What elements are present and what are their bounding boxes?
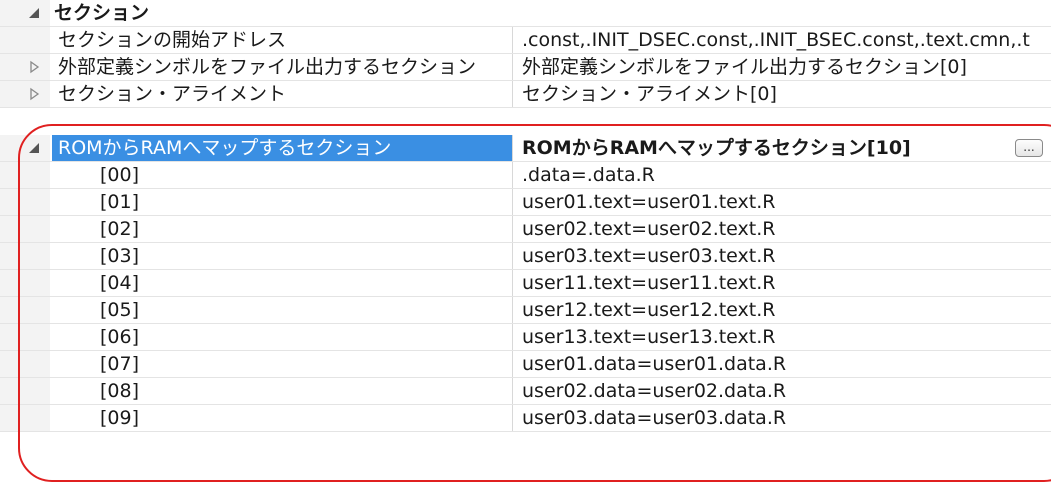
child-index: [06]: [100, 326, 140, 348]
column-divider: [512, 162, 513, 188]
row-gutter: [0, 297, 50, 323]
row-gutter: [0, 405, 50, 431]
column-divider: [512, 378, 513, 404]
triangle-right-icon[interactable]: [27, 60, 41, 74]
child-value[interactable]: user03.data=user03.data.R: [522, 405, 1051, 431]
column-divider: [512, 324, 513, 350]
row-gutter: [0, 27, 50, 53]
column-divider: [512, 243, 513, 269]
property-value[interactable]: ROMからRAMへマップするセクション[10]: [522, 135, 1051, 161]
child-index: [04]: [100, 272, 140, 294]
row-gutter: [0, 270, 50, 296]
column-divider: [512, 189, 513, 215]
category-label: セクション: [54, 2, 150, 24]
property-name: セクションの開始アドレス: [58, 29, 287, 51]
property-value[interactable]: セクション・アライメント[0]: [522, 81, 1051, 107]
property-name: 外部定義シンボルをファイル出力するセクション: [58, 56, 477, 78]
child-index: [00]: [100, 164, 140, 186]
child-index: [01]: [100, 191, 140, 213]
row-gutter: [0, 54, 50, 80]
child-row[interactable]: [02] user02.text=user02.text.R: [0, 216, 1051, 243]
child-value[interactable]: .data=.data.R: [522, 162, 1051, 188]
row-gutter: [0, 378, 50, 404]
column-divider: [512, 405, 513, 431]
child-value[interactable]: user13.text=user13.text.R: [522, 324, 1051, 350]
child-row[interactable]: [07] user01.data=user01.data.R: [0, 351, 1051, 378]
child-index: [08]: [100, 380, 140, 402]
column-divider: [512, 135, 513, 161]
category-row-section[interactable]: セクション: [0, 0, 1051, 27]
triangle-down-icon[interactable]: [27, 141, 41, 155]
column-divider: [512, 216, 513, 242]
row-gutter: [0, 351, 50, 377]
child-index: [05]: [100, 299, 140, 321]
property-value[interactable]: .const,.INIT_DSEC.const,.INIT_BSEC.const…: [522, 27, 1051, 53]
child-row[interactable]: [01] user01.text=user01.text.R: [0, 189, 1051, 216]
triangle-down-icon[interactable]: [27, 6, 41, 20]
property-row-rom-to-ram-sections[interactable]: ROMからRAMへマップするセクション ROMからRAMへマップするセクション[…: [0, 135, 1051, 162]
child-index: [03]: [100, 245, 140, 267]
property-grid: セクション セクションの開始アドレス .const,.INIT_DSEC.con…: [0, 0, 1051, 482]
edit-collection-button[interactable]: ...: [1015, 139, 1043, 157]
child-row[interactable]: [04] user11.text=user11.text.R: [0, 270, 1051, 297]
child-row[interactable]: [00] .data=.data.R: [0, 162, 1051, 189]
column-divider: [512, 270, 513, 296]
column-divider: [512, 27, 513, 53]
child-row[interactable]: [05] user12.text=user12.text.R: [0, 297, 1051, 324]
child-row[interactable]: [08] user02.data=user02.data.R: [0, 378, 1051, 405]
child-row[interactable]: [09] user03.data=user03.data.R: [0, 405, 1051, 432]
child-value[interactable]: user12.text=user12.text.R: [522, 297, 1051, 323]
row-gutter: [0, 243, 50, 269]
column-divider: [512, 54, 513, 80]
child-value[interactable]: user02.text=user02.text.R: [522, 216, 1051, 242]
row-gutter: [0, 0, 50, 26]
child-value[interactable]: user03.text=user03.text.R: [522, 243, 1051, 269]
property-name: セクション・アライメント: [58, 83, 287, 105]
child-index: [02]: [100, 218, 140, 240]
child-row[interactable]: [03] user03.text=user03.text.R: [0, 243, 1051, 270]
child-row[interactable]: [06] user13.text=user13.text.R: [0, 324, 1051, 351]
triangle-right-icon[interactable]: [27, 87, 41, 101]
property-row-start-address[interactable]: セクションの開始アドレス .const,.INIT_DSEC.const,.IN…: [0, 27, 1051, 54]
property-value[interactable]: 外部定義シンボルをファイル出力するセクション[0]: [522, 54, 1051, 80]
property-row-external-symbol-sections[interactable]: 外部定義シンボルをファイル出力するセクション 外部定義シンボルをファイル出力する…: [0, 54, 1051, 81]
property-row-section-alignment[interactable]: セクション・アライメント セクション・アライメント[0]: [0, 81, 1051, 108]
row-gutter: [0, 324, 50, 350]
child-index: [09]: [100, 407, 140, 429]
child-value[interactable]: user01.text=user01.text.R: [522, 189, 1051, 215]
child-index: [07]: [100, 353, 140, 375]
child-value[interactable]: user01.data=user01.data.R: [522, 351, 1051, 377]
row-gutter: [0, 162, 50, 188]
column-divider: [512, 351, 513, 377]
child-value[interactable]: user11.text=user11.text.R: [522, 270, 1051, 296]
column-divider: [512, 297, 513, 323]
child-value[interactable]: user02.data=user02.data.R: [522, 378, 1051, 404]
property-name-selected: ROMからRAMへマップするセクション: [52, 135, 513, 161]
row-gutter: [0, 81, 50, 107]
row-gutter: [0, 216, 50, 242]
column-divider: [512, 81, 513, 107]
row-gutter: [0, 189, 50, 215]
row-gutter: [0, 135, 50, 161]
